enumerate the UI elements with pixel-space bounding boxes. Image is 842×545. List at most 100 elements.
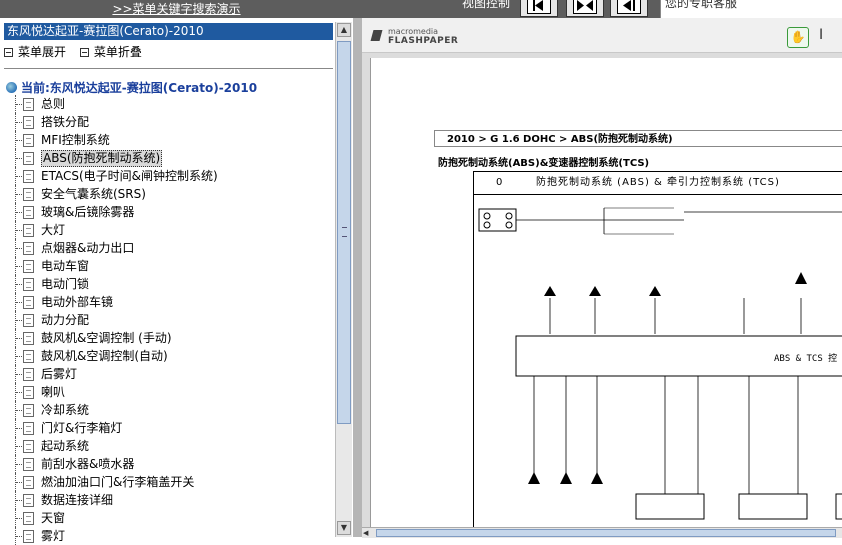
document-icon <box>23 260 34 273</box>
document-icon <box>23 188 34 201</box>
tree-branch <box>15 509 22 527</box>
menu-item-label: MFI控制系统 <box>41 133 110 147</box>
globe-icon <box>6 82 17 93</box>
menu-item[interactable]: ETACS(电子时间&闸钟控制系统) <box>6 167 331 185</box>
tree-branch <box>15 239 22 257</box>
document-icon <box>23 368 34 381</box>
document-icon <box>23 332 34 345</box>
scroll-down-icon[interactable]: ▼ <box>337 521 351 535</box>
keyword-search-demo-link[interactable]: >>菜单关键字搜索演示 <box>0 0 353 18</box>
menu-item-label: 前刮水器&喷水器 <box>41 457 135 471</box>
next-page-button[interactable] <box>610 0 648 17</box>
menu-item[interactable]: 数据连接详细 <box>6 491 331 509</box>
document-icon <box>23 314 34 327</box>
menu-item[interactable]: 鼓风机&空调控制 (手动) <box>6 329 331 347</box>
tree-root[interactable]: 当前:东风悦达起亚-赛拉图(Cerato)-2010 <box>6 79 257 96</box>
tree-branch <box>15 491 22 509</box>
prev-page-button[interactable] <box>520 0 558 17</box>
horizontal-scrollbar[interactable]: ◀ <box>362 527 842 538</box>
menu-item-label: 天窗 <box>41 511 66 525</box>
tree-branch <box>15 311 22 329</box>
customer-service-box[interactable]: 您的专职客服 <box>660 0 842 18</box>
menu-item[interactable]: 后雾灯 <box>6 365 331 383</box>
menu-item[interactable]: 天窗 <box>6 509 331 527</box>
menu-item[interactable]: 玻璃&后镜除雾器 <box>6 203 331 221</box>
left-arrow-icon <box>527 0 551 14</box>
menu-item[interactable]: 燃油加油口门&行李箱盖开关 <box>6 473 331 491</box>
panel-splitter[interactable] <box>353 18 362 537</box>
menu-item[interactable]: MFI控制系统 <box>6 131 331 149</box>
tree-branch <box>15 113 22 131</box>
scrollbar-thumb[interactable] <box>337 41 351 424</box>
menu-item[interactable]: 大灯 <box>6 221 331 239</box>
menu-item[interactable]: 电动门锁 <box>6 275 331 293</box>
menu-item[interactable]: 鼓风机&空调控制(自动) <box>6 347 331 365</box>
document-icon <box>23 494 34 507</box>
document-icon <box>23 404 34 417</box>
diagram-number: 0 <box>496 177 503 188</box>
menu-item-label: 动力分配 <box>41 313 90 327</box>
tree-branch <box>15 221 22 239</box>
menu-item[interactable]: 安全气囊系统(SRS) <box>6 185 331 203</box>
fit-page-button[interactable] <box>566 0 604 17</box>
hand-tool-button[interactable]: ✋ <box>787 27 809 48</box>
tree-branch <box>15 149 22 167</box>
document-icon <box>23 152 34 165</box>
menu-item-label: 电动车窗 <box>41 259 90 273</box>
menu-item[interactable]: 总则 <box>6 95 331 113</box>
vertical-scrollbar[interactable]: ▲ ▼ <box>335 22 352 537</box>
document-icon <box>23 98 34 111</box>
menu-item[interactable]: 搭铁分配 <box>6 113 331 131</box>
menu-item[interactable]: 起动系统 <box>6 437 331 455</box>
menu-item[interactable]: 动力分配 <box>6 311 331 329</box>
collapse-menu-button[interactable]: 菜单折叠 <box>79 43 142 61</box>
menu-item[interactable]: 点烟器&动力出口 <box>6 239 331 257</box>
menu-item[interactable]: 喇叭 <box>6 383 331 401</box>
menu-item[interactable]: 电动外部车镜 <box>6 293 331 311</box>
logo-bottom-text: FLASHPAPER <box>388 36 459 46</box>
menu-item[interactable]: 门灯&行李箱灯 <box>6 419 331 437</box>
menu-item-label: 电动门锁 <box>41 277 90 291</box>
text-select-tool[interactable]: I <box>819 27 823 43</box>
tree-branch <box>15 365 22 383</box>
menu-item-label: 起动系统 <box>41 439 90 453</box>
logo-mark-icon <box>370 30 383 41</box>
double-arrow-icon <box>573 0 597 14</box>
horizontal-scrollbar-thumb[interactable] <box>376 529 836 537</box>
menu-item-label: 总则 <box>41 97 66 111</box>
tree-branch <box>15 419 22 437</box>
module-label: ABS & TCS 控 <box>774 352 837 364</box>
tree-branch <box>15 167 22 185</box>
menu-item[interactable]: 雾灯 <box>6 527 331 545</box>
scroll-up-icon[interactable]: ▲ <box>337 23 351 37</box>
tree-branch <box>15 203 22 221</box>
menu-item-label: 后雾灯 <box>41 367 78 381</box>
menu-item-label: 大灯 <box>41 223 66 237</box>
menu-item-label: 搭铁分配 <box>41 115 90 129</box>
diagram-title: 防抱死制动系统 (ABS) & 牵引力控制系统 (TCS) <box>536 177 780 188</box>
grip-icon <box>342 227 347 237</box>
tree-branch <box>15 95 22 113</box>
wiring-diagram: 0 防抱死制动系统 (ABS) & 牵引力控制系统 (TCS) ABS & TC… <box>473 171 842 532</box>
menu-item-label: 燃油加油口门&行李箱盖开关 <box>41 475 195 489</box>
document-icon <box>23 440 34 453</box>
hand-icon: ✋ <box>790 30 806 44</box>
logo-top-text: macromedia <box>388 27 439 36</box>
expand-menu-button[interactable]: 菜单展开 <box>4 43 66 61</box>
flashpaper-viewer: macromedia FLASHPAPER ✋ I 2010 > G 1.6 D… <box>362 18 842 538</box>
tree-branch <box>15 131 22 149</box>
menu-item-label: 鼓风机&空调控制 (手动) <box>41 331 172 345</box>
document-icon <box>23 512 34 525</box>
menu-item-label: ETACS(电子时间&闸钟控制系统) <box>41 169 218 183</box>
tree-branch <box>15 329 22 347</box>
document-page: 2010 > G 1.6 DOHC > ABS(防抱死制动系统) 防抱死制动系统… <box>370 58 842 532</box>
right-arrow-icon <box>617 0 641 14</box>
menu-item-label: 喇叭 <box>41 385 66 399</box>
menu-item[interactable]: 电动车窗 <box>6 257 331 275</box>
menu-item[interactable]: 前刮水器&喷水器 <box>6 455 331 473</box>
expand-menu-label: 菜单展开 <box>18 45 67 59</box>
menu-controls: 菜单展开 菜单折叠 <box>4 43 333 61</box>
menu-item[interactable]: ABS(防抱死制动系统) <box>6 149 331 167</box>
menu-item[interactable]: 冷却系统 <box>6 401 331 419</box>
top-bar: >>菜单关键字搜索演示 视图控制 您的专职客服 <box>0 0 842 18</box>
